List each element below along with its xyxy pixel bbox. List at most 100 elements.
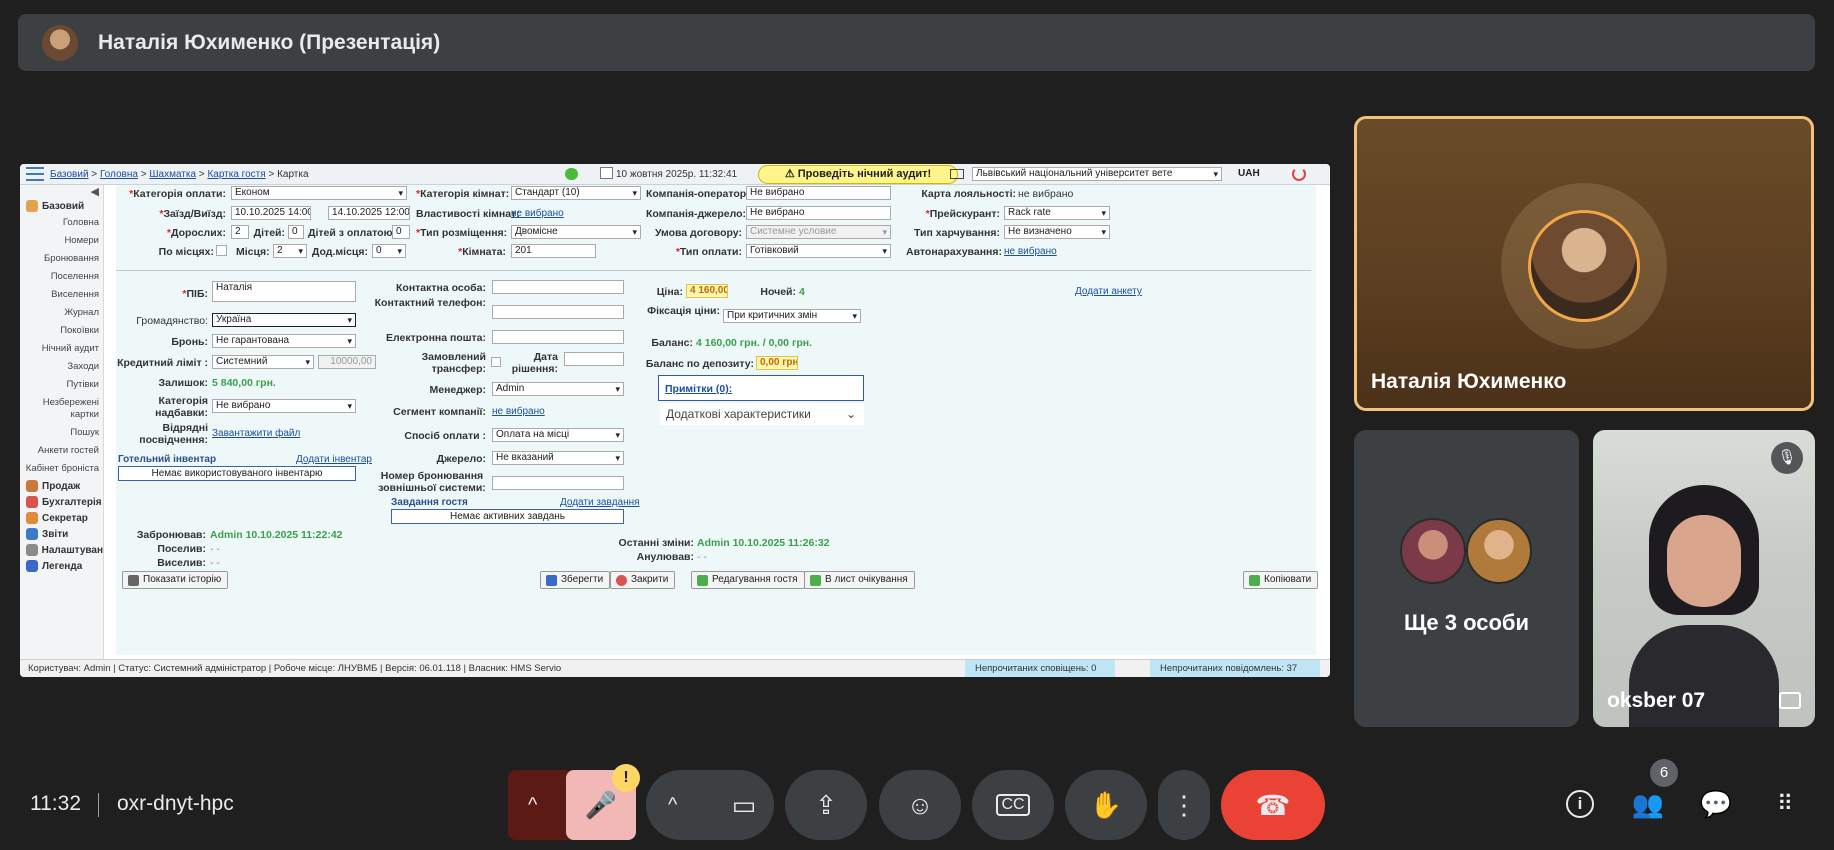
placement-select[interactable]: Двомісне: [511, 225, 641, 239]
decision-date-field[interactable]: [564, 352, 624, 366]
sidebar-item[interactable]: Заходи: [20, 358, 103, 376]
sidebar-group-reports[interactable]: Звіти: [20, 526, 103, 542]
sidebar-item[interactable]: Виселення: [20, 286, 103, 304]
contract-select[interactable]: Системне условие: [746, 225, 891, 239]
notifications-count[interactable]: Непрочитаних сповіщень: 0: [965, 660, 1115, 677]
sidebar-item[interactable]: Путівки: [20, 376, 103, 394]
room-category-select[interactable]: Стандарт (10): [511, 186, 641, 200]
pay-type-select[interactable]: Готівковий: [746, 244, 891, 258]
credit-value[interactable]: 10000,00: [318, 355, 376, 369]
sidebar-group-legend[interactable]: Легенда: [20, 558, 103, 574]
sidebar-item[interactable]: Незбережені картки: [20, 394, 103, 424]
credit-select[interactable]: Системний: [212, 355, 314, 369]
calendar-icon[interactable]: [600, 167, 613, 179]
pip-icon[interactable]: [1779, 692, 1801, 709]
activities-button[interactable]: ⠿: [1760, 780, 1808, 828]
auto-charge-link[interactable]: не вибрано: [1004, 246, 1057, 257]
waitlist-button[interactable]: В лист очікування: [804, 571, 915, 589]
surcharge-select[interactable]: Не вибрано: [212, 399, 356, 413]
sidebar-group-secretary[interactable]: Секретар: [20, 510, 103, 526]
phone-field[interactable]: [492, 305, 624, 319]
add-form-link[interactable]: Додати анкету: [1075, 286, 1142, 297]
notes-link[interactable]: Примітки (0):: [665, 383, 732, 395]
messages-count[interactable]: Непрочитаних повідомлень: 37: [1150, 660, 1320, 677]
participant-tile-presenter[interactable]: Наталія Юхименко: [1354, 116, 1814, 411]
sidebar-item[interactable]: Пошук: [20, 424, 103, 442]
mic-options-arrow[interactable]: ^: [528, 794, 537, 817]
sidebar-group-settings[interactable]: Налаштуван: [20, 542, 103, 558]
captions-button[interactable]: CC: [972, 770, 1054, 840]
leave-call-button[interactable]: ☎: [1221, 770, 1325, 840]
price-list-select[interactable]: Rack rate: [1004, 206, 1110, 220]
operator-field[interactable]: Не вибрано: [746, 186, 891, 200]
monitor-icon[interactable]: [950, 169, 964, 179]
sidebar-item[interactable]: Кабінет броніста: [20, 460, 103, 478]
sidebar-item[interactable]: Нічний аудит: [20, 340, 103, 358]
price-value[interactable]: 4 160,00: [686, 284, 728, 298]
edit-guest-button[interactable]: Редагування гостя: [691, 571, 805, 589]
kids-paid-field[interactable]: 0: [392, 225, 410, 239]
email-field[interactable]: [492, 330, 624, 344]
reactions-button[interactable]: ☺: [879, 770, 961, 840]
source-company-field[interactable]: Не вибрано: [746, 206, 891, 220]
sidebar-item[interactable]: Поселення: [20, 268, 103, 286]
transfer-checkbox[interactable]: [491, 357, 501, 367]
sidebar-group-sales[interactable]: Продаж: [20, 478, 103, 494]
sidebar-item[interactable]: Журнал: [20, 304, 103, 322]
show-history-button[interactable]: Показати історію: [122, 571, 229, 589]
breadcrumb-home[interactable]: Головна: [100, 169, 138, 180]
payment-mode-select[interactable]: Оплата на місці: [492, 428, 624, 442]
extra-characteristics[interactable]: Додаткові характеристики ⌄: [660, 403, 864, 425]
people-button[interactable]: 👥: [1624, 780, 1672, 828]
add-task-link[interactable]: Додати завдання: [560, 497, 640, 508]
extra-places-select[interactable]: 0: [372, 244, 406, 258]
copy-button[interactable]: Копіювати: [1243, 571, 1319, 589]
sidebar-group-accounting[interactable]: Бухгалтерія: [20, 494, 103, 510]
breadcrumb-chess[interactable]: Шахматка: [149, 169, 196, 180]
close-button[interactable]: Закрити: [610, 571, 676, 589]
checkout-field[interactable]: 14.10.2025 12:00: [328, 206, 410, 220]
sidebar-item[interactable]: Анкети гостей: [20, 442, 103, 460]
pay-category-select[interactable]: Економ: [231, 186, 407, 200]
checkin-field[interactable]: 10.10.2025 14:00: [231, 206, 311, 220]
present-button[interactable]: ⇪: [785, 770, 867, 840]
upload-file-link[interactable]: Завантажити файл: [212, 428, 300, 439]
sidebar-group-base[interactable]: Базовий: [20, 198, 103, 214]
by-places-checkbox[interactable]: [216, 245, 227, 256]
source-select[interactable]: Не вказаний: [492, 451, 624, 465]
participant-tile-oksber[interactable]: 🎙 oksber 07: [1593, 430, 1815, 727]
booking-select[interactable]: Не гарантована: [212, 334, 356, 348]
sidebar-item[interactable]: Покоївки: [20, 322, 103, 340]
save-button[interactable]: Зберегти: [540, 571, 611, 589]
menu-icon[interactable]: [26, 167, 44, 181]
raise-hand-button[interactable]: ✋: [1065, 770, 1147, 840]
sidebar-item[interactable]: Номери: [20, 232, 103, 250]
price-fix-select[interactable]: При критичних змін: [723, 309, 861, 323]
camera-icon[interactable]: ▭: [714, 775, 774, 835]
sidebar-item[interactable]: Головна: [20, 214, 103, 232]
info-button[interactable]: i: [1556, 780, 1604, 828]
room-props-link[interactable]: не вибрано: [511, 208, 564, 219]
chat-icon[interactable]: [565, 168, 578, 180]
contact-field[interactable]: [492, 280, 624, 294]
currency-select[interactable]: UAH: [1238, 168, 1260, 179]
manager-select[interactable]: Admin: [492, 382, 624, 396]
add-inventory-link[interactable]: Додати інвентар: [296, 454, 372, 465]
breadcrumb-base[interactable]: Базовий: [50, 169, 89, 180]
sidebar-item[interactable]: Бронювання: [20, 250, 103, 268]
name-field[interactable]: Наталія: [212, 281, 356, 302]
more-options-button[interactable]: ⋮: [1158, 770, 1210, 840]
night-audit-banner[interactable]: ⚠ Проведіть нічний аудит!: [758, 165, 958, 184]
places-select[interactable]: 2: [273, 244, 307, 258]
citizenship-select[interactable]: Україна: [212, 313, 356, 327]
collapse-icon[interactable]: ◀: [20, 185, 103, 198]
room-field[interactable]: 201: [511, 244, 596, 258]
notes-box[interactable]: Примітки (0):: [658, 375, 864, 401]
breadcrumb-guest-card[interactable]: Картка гостя: [207, 169, 265, 180]
kids-field[interactable]: 0: [288, 225, 304, 239]
segment-link[interactable]: не вибрано: [492, 406, 545, 417]
chevron-down-icon[interactable]: ⌄: [846, 403, 856, 425]
camera-options-arrow[interactable]: ^: [668, 794, 677, 817]
participant-tile-more[interactable]: Ще 3 особи: [1354, 430, 1579, 727]
loyalty-value[interactable]: не вибрано: [1018, 188, 1073, 200]
